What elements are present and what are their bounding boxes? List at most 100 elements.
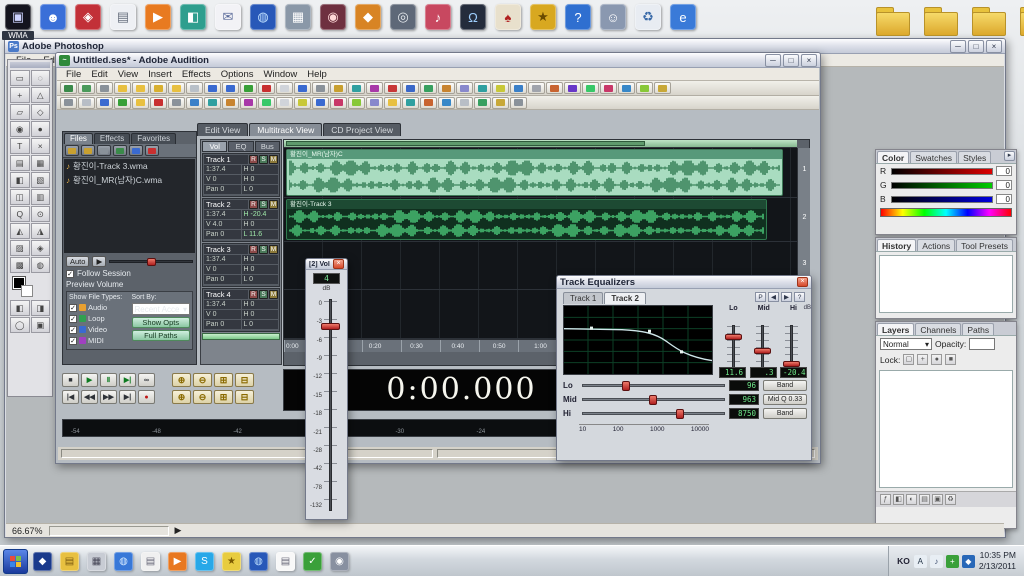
record-arm-button[interactable]: R	[249, 200, 258, 209]
photoshop-tool-button[interactable]: ◭	[10, 223, 30, 239]
photoshop-tool-button[interactable]: ▭	[10, 70, 30, 86]
type-checkbox[interactable]: ✓	[69, 326, 77, 334]
layers-list[interactable]	[879, 370, 1013, 488]
toolbar-button[interactable]	[582, 82, 599, 94]
play-button[interactable]: ▶	[81, 373, 98, 387]
auto-play-button[interactable]: Auto	[66, 256, 89, 267]
folder-icon[interactable]	[1020, 12, 1024, 36]
photoshop-tool-button[interactable]: ⊙	[31, 206, 51, 222]
menu-item[interactable]: Help	[302, 69, 332, 80]
photoshop-tool-button[interactable]: ●	[31, 121, 51, 137]
zoom-out-full-icon[interactable]: ⊖	[193, 373, 212, 387]
track-field[interactable]: 1:37.4	[204, 300, 241, 309]
fader-handle[interactable]	[754, 348, 771, 354]
band-button[interactable]: Mid Q 0.33	[763, 394, 807, 405]
solo-button[interactable]: S	[259, 155, 268, 164]
mute-button[interactable]: M	[269, 245, 278, 254]
toolbar-button[interactable]	[276, 82, 293, 94]
toolbar-button[interactable]	[510, 97, 527, 109]
toolbar-button[interactable]	[654, 82, 671, 94]
adjustment-icon[interactable]: ◐	[906, 494, 917, 505]
photoshop-tool-button[interactable]: ▤	[10, 155, 30, 171]
eq-titlebar[interactable]: Track Equalizers ×	[557, 276, 811, 289]
stop-button[interactable]: ■	[62, 373, 79, 387]
desktop-icon-label[interactable]: WMA	[2, 31, 34, 40]
track-volume-field[interactable]: V 0	[204, 175, 241, 184]
photoshop-tool-button[interactable]: ▧	[31, 172, 51, 188]
type-checkbox[interactable]: ✓	[69, 337, 77, 345]
track-name[interactable]: Track 2	[204, 200, 248, 209]
quick-launch-icon[interactable]: ▤	[141, 552, 160, 571]
fader-handle[interactable]	[321, 323, 340, 330]
files-toolbar-button[interactable]	[129, 145, 143, 156]
channel-value[interactable]: 0	[996, 194, 1012, 204]
track-field[interactable]: L 0	[242, 320, 279, 329]
layer-style-icon[interactable]: ƒ	[880, 494, 891, 505]
photoshop-tool-button[interactable]: ◇	[31, 104, 51, 120]
menu-item[interactable]: Options	[216, 69, 259, 80]
tab-layers[interactable]: Layers	[877, 323, 914, 335]
type-checkbox[interactable]: ✓	[69, 315, 77, 323]
fader-handle[interactable]	[725, 334, 742, 340]
desktop-icon[interactable]: ☻	[40, 4, 66, 30]
record-arm-button[interactable]: R	[249, 155, 258, 164]
track-field[interactable]: H 0	[242, 265, 279, 274]
start-button[interactable]	[3, 549, 28, 574]
photoshop-tool-button[interactable]: △	[31, 87, 51, 103]
track-field[interactable]: H 0	[242, 255, 279, 264]
solo-button[interactable]: S	[259, 245, 268, 254]
menu-item[interactable]: Window	[259, 69, 303, 80]
preview-volume-slider[interactable]	[109, 260, 193, 263]
tab-files[interactable]: Files	[64, 133, 93, 144]
layer-mask-icon[interactable]: ◧	[893, 494, 904, 505]
track-lane-1[interactable]: 황진이_MR(남자)C	[284, 148, 797, 198]
mute-button[interactable]: M	[269, 155, 278, 164]
menu-item[interactable]: Insert	[143, 69, 177, 80]
toolbar-button[interactable]	[222, 82, 239, 94]
audition-titlebar[interactable]: ~ Untitled.ses* - Adobe Audition ─ □ ×	[56, 53, 820, 68]
background-color-swatch[interactable]	[21, 285, 33, 297]
file-list-item[interactable]: ♪ 황진이_MR(남자)C.wma	[64, 173, 195, 187]
sort-select[interactable]: Recent Acce ▾	[132, 303, 191, 315]
folder-icon[interactable]	[924, 12, 958, 36]
toolbar-button[interactable]	[564, 82, 581, 94]
photoshop-tool-button[interactable]: ◍	[31, 257, 51, 273]
track-field[interactable]: H 0	[242, 220, 279, 229]
mask-mode-button[interactable]: ◯	[10, 317, 30, 333]
channel-slider[interactable]	[891, 168, 993, 175]
quick-launch-icon[interactable]: ◍	[114, 552, 133, 571]
track-field[interactable]: L 11.6	[242, 230, 279, 239]
quick-launch-icon[interactable]: ▶	[168, 552, 187, 571]
toolbar-button[interactable]	[96, 82, 113, 94]
vol-titlebar[interactable]: [2] Vol ×	[306, 259, 347, 270]
channel-slider[interactable]	[891, 182, 993, 189]
photoshop-tool-button[interactable]: ▩	[10, 257, 30, 273]
photoshop-tool-button[interactable]: ◫	[10, 189, 30, 205]
palette-menu-icon[interactable]: ▸	[1004, 151, 1015, 161]
toolbar-button[interactable]	[96, 97, 113, 109]
desktop-icon[interactable]: ?	[565, 4, 591, 30]
toolbar-button[interactable]	[258, 97, 275, 109]
toolbar-button[interactable]	[258, 82, 275, 94]
tab-cd-project-view[interactable]: CD Project View	[323, 123, 401, 136]
toolbar-button[interactable]	[168, 82, 185, 94]
desktop-icon[interactable]: ▣	[5, 4, 31, 30]
toolbar-button[interactable]	[636, 82, 653, 94]
tab-channels[interactable]: Channels	[915, 323, 961, 335]
maximize-button[interactable]: □	[968, 40, 984, 53]
toolbar-button[interactable]	[438, 82, 455, 94]
fader-groove[interactable]	[329, 299, 332, 511]
quick-launch-icon[interactable]: ✓	[303, 552, 322, 571]
photoshop-tool-button[interactable]: +	[10, 87, 30, 103]
tab-multitrack-view[interactable]: Multitrack View	[249, 123, 322, 136]
zoom-level[interactable]: 66.67%	[12, 526, 43, 536]
range-thumb[interactable]	[286, 141, 645, 146]
toolbar-button[interactable]	[240, 82, 257, 94]
toolbar-button[interactable]	[348, 97, 365, 109]
go-to-start-button[interactable]: |◀	[62, 390, 79, 404]
menu-item[interactable]: Effects	[177, 69, 216, 80]
desktop-icon[interactable]: ♻	[635, 4, 661, 30]
folder-icon[interactable]	[876, 12, 910, 36]
quick-launch-icon[interactable]: S	[195, 552, 214, 571]
follow-session-checkbox[interactable]: ✓	[66, 270, 74, 278]
